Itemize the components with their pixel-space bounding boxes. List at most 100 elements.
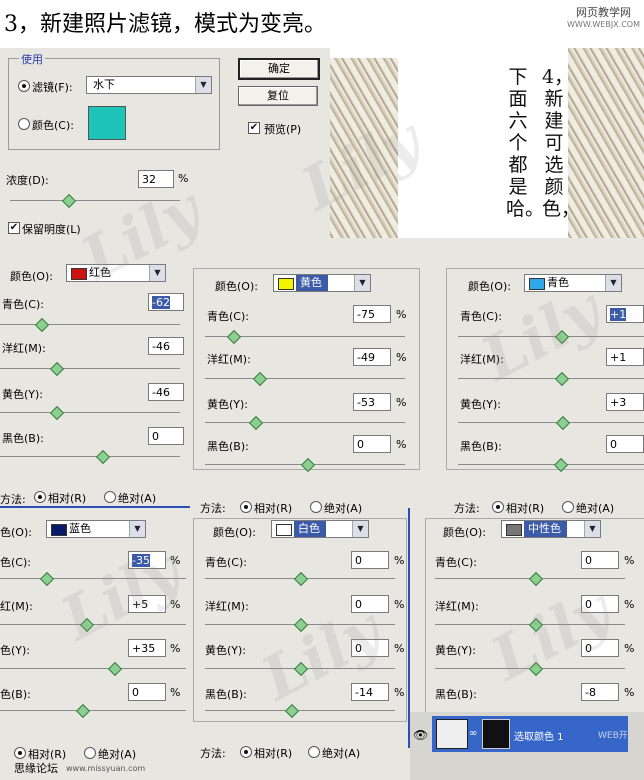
yellow-thumb[interactable] bbox=[555, 415, 571, 431]
magenta-thumb[interactable] bbox=[49, 361, 65, 377]
black-thumb[interactable] bbox=[300, 457, 316, 473]
colors-select-cyan[interactable]: 青色 ▼ bbox=[524, 274, 622, 292]
cyan-thumb[interactable] bbox=[39, 571, 55, 587]
absolute-radio[interactable] bbox=[308, 746, 320, 758]
color-radio[interactable] bbox=[18, 118, 30, 130]
black-input[interactable]: 0 bbox=[128, 683, 166, 701]
footer-site: 思缘论坛 bbox=[14, 762, 58, 775]
density-slider-thumb[interactable] bbox=[62, 193, 77, 209]
black-slider[interactable] bbox=[0, 456, 180, 457]
yellow-input[interactable]: +35 bbox=[128, 639, 166, 657]
pct-sign: % bbox=[394, 598, 405, 611]
ok-button[interactable]: 确定 bbox=[238, 58, 320, 80]
color-swatch[interactable] bbox=[88, 106, 126, 140]
magenta-thumb[interactable] bbox=[528, 617, 544, 633]
magenta-thumb[interactable] bbox=[554, 371, 570, 387]
cyan-input[interactable]: -62 bbox=[148, 293, 184, 311]
cyan-slider[interactable] bbox=[0, 324, 180, 325]
black-input[interactable]: 0 bbox=[606, 435, 644, 453]
cyan-label: 青色(C): bbox=[460, 310, 502, 323]
eye-icon[interactable]: 👁 bbox=[413, 728, 428, 742]
magenta-thumb[interactable] bbox=[293, 617, 309, 633]
brand-url: WWW.WEBJX.COM bbox=[567, 20, 640, 29]
yellow-input[interactable]: -46 bbox=[148, 383, 184, 401]
magenta-thumb[interactable] bbox=[252, 371, 268, 387]
relative-radio[interactable] bbox=[240, 746, 252, 758]
magenta-input[interactable]: 0 bbox=[351, 595, 389, 613]
cyan-input[interactable]: 0 bbox=[581, 551, 619, 569]
cyan-input[interactable]: -35 bbox=[128, 551, 166, 569]
preview-checkbox[interactable]: ✔ bbox=[248, 122, 260, 134]
cyan-thumb[interactable] bbox=[226, 329, 242, 345]
yellow-thumb[interactable] bbox=[528, 661, 544, 677]
cyan-value: -62 bbox=[152, 296, 170, 309]
magenta-input[interactable]: 0 bbox=[581, 595, 619, 613]
yellow-input[interactable]: 0 bbox=[581, 639, 619, 657]
preserve-luminosity-checkbox[interactable]: ✔ bbox=[8, 222, 20, 234]
black-label: 黑色(B): bbox=[205, 688, 247, 701]
blue-swatch bbox=[51, 524, 67, 536]
black-input[interactable]: 0 bbox=[353, 435, 391, 453]
magenta-input[interactable]: +5 bbox=[128, 595, 166, 613]
black-thumb[interactable] bbox=[284, 703, 300, 719]
black-input[interactable]: -14 bbox=[351, 683, 389, 701]
filter-radio[interactable] bbox=[18, 80, 30, 92]
magenta-input[interactable]: -49 bbox=[353, 348, 391, 366]
colors-select-red[interactable]: 红色 ▼ bbox=[66, 264, 166, 282]
layer-row-selective-color[interactable]: ∞ 选取颜色 1 WEB开 bbox=[432, 716, 628, 752]
yellow-input[interactable]: 0 bbox=[351, 639, 389, 657]
chevron-down-icon: ▼ bbox=[352, 521, 368, 537]
relative-radio[interactable] bbox=[34, 491, 46, 503]
black-thumb[interactable] bbox=[553, 457, 569, 473]
cyan-input[interactable]: -75 bbox=[353, 305, 391, 323]
colors-select-yellow[interactable]: 黄色 ▼ bbox=[273, 274, 371, 292]
color-label: 颜色(C): bbox=[32, 119, 74, 132]
black-thumb[interactable] bbox=[75, 703, 91, 719]
panel-divider bbox=[0, 506, 190, 508]
cyan-thumb[interactable] bbox=[34, 317, 50, 333]
magenta-thumb[interactable] bbox=[79, 617, 95, 633]
magenta-slider[interactable] bbox=[0, 368, 180, 369]
black-input[interactable]: -8 bbox=[581, 683, 619, 701]
yellow-thumb[interactable] bbox=[107, 661, 123, 677]
yellow-slider[interactable] bbox=[0, 668, 186, 669]
pct-sign: % bbox=[394, 686, 405, 699]
layer-mask-thumbnail bbox=[482, 719, 510, 749]
colors-select-neutrals[interactable]: 中性色 ▼ bbox=[501, 520, 601, 538]
black-slider[interactable] bbox=[205, 710, 395, 711]
black-thumb[interactable] bbox=[95, 449, 111, 465]
yellow-slider[interactable] bbox=[205, 422, 405, 423]
magenta-input[interactable]: +1 bbox=[606, 348, 644, 366]
cyan-input[interactable]: 0 bbox=[351, 551, 389, 569]
cyan-thumb[interactable] bbox=[528, 571, 544, 587]
colors-select-white[interactable]: 白色 ▼ bbox=[271, 520, 369, 538]
layer-name: 选取颜色 1 bbox=[514, 732, 564, 743]
absolute-radio[interactable] bbox=[104, 491, 116, 503]
cyan-input[interactable]: +1 bbox=[606, 305, 644, 323]
yellow-thumb[interactable] bbox=[248, 415, 264, 431]
reset-button[interactable]: 复位 bbox=[238, 86, 318, 106]
cyan-slider[interactable] bbox=[458, 336, 644, 337]
magenta-slider[interactable] bbox=[458, 378, 644, 379]
pct-sign: % bbox=[396, 438, 407, 451]
yellow-slider[interactable] bbox=[458, 422, 644, 423]
photo-texture bbox=[330, 58, 398, 258]
yellow-thumb[interactable] bbox=[293, 661, 309, 677]
density-input[interactable]: 32 bbox=[138, 170, 174, 188]
yellow-slider[interactable] bbox=[0, 412, 180, 413]
yellow-input[interactable]: -53 bbox=[353, 393, 391, 411]
filter-select[interactable]: 水下 ▼ bbox=[86, 76, 212, 94]
magenta-input[interactable]: -46 bbox=[148, 337, 184, 355]
density-slider-track[interactable] bbox=[10, 200, 180, 201]
black-input[interactable]: 0 bbox=[148, 427, 184, 445]
magenta-slider[interactable] bbox=[205, 378, 405, 379]
yellow-thumb[interactable] bbox=[49, 405, 65, 421]
black-slider[interactable] bbox=[458, 464, 644, 465]
yellow-input[interactable]: +3 bbox=[606, 393, 644, 411]
colors-select-blue[interactable]: 蓝色 ▼ bbox=[46, 520, 146, 538]
cyan-slider[interactable] bbox=[0, 578, 186, 579]
black-slider[interactable] bbox=[0, 710, 186, 711]
cyan-thumb[interactable] bbox=[293, 571, 309, 587]
header: 3，新建照片滤镜，模式为变亮。 网页教学网 WWW.WEBJX.COM bbox=[0, 0, 644, 48]
cyan-thumb[interactable] bbox=[554, 329, 570, 345]
